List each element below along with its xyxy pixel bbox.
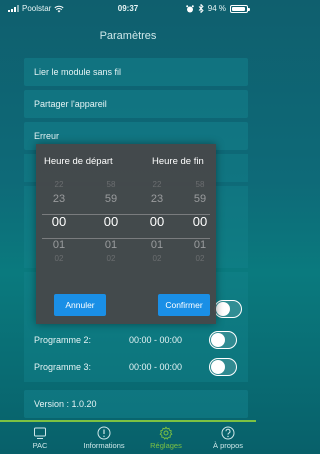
gear-icon: [159, 426, 173, 440]
bluetooth-icon: [198, 4, 204, 13]
picker-value: 59: [193, 193, 207, 205]
picker-value: 01: [193, 239, 207, 251]
start-minute-wheel[interactable]: 58 59 00 01 02: [96, 178, 126, 266]
program-row-2: Programme 2: 00:00 - 00:00: [34, 328, 244, 352]
picker-value: 02: [54, 254, 64, 263]
cancel-button[interactable]: Annuler: [54, 294, 106, 316]
page-title: Paramètres: [99, 30, 157, 42]
picker-value: 23: [150, 193, 164, 205]
confirm-button[interactable]: Confirmer: [158, 294, 210, 316]
battery-percent: 94 %: [207, 4, 226, 13]
picker-value: 02: [106, 254, 116, 263]
toggle-knob: [211, 360, 225, 374]
program-label: Programme 2:: [34, 335, 92, 345]
tab-pac[interactable]: PAC: [8, 426, 72, 450]
question-icon: [221, 426, 235, 440]
tab-label: À propos: [212, 441, 244, 450]
picker-value: 01: [150, 239, 164, 251]
status-right: 94 %: [185, 4, 250, 13]
tab-reglages[interactable]: Réglages: [134, 426, 198, 450]
tab-a-propos[interactable]: À propos: [196, 426, 260, 450]
menu-item-label: Partager l'appareil: [34, 99, 107, 109]
picker-value: 22: [152, 180, 162, 189]
picker-value: 01: [104, 239, 118, 251]
battery-fill: [232, 6, 246, 11]
alarm-icon: [185, 4, 194, 12]
picker-value: 58: [195, 180, 205, 189]
program-2-toggle[interactable]: [209, 331, 237, 349]
menu-item-label: Lier le module sans fil: [34, 67, 122, 77]
status-bar: Poolstar 09:37 94 %: [0, 0, 256, 16]
start-time-title: Heure de départ: [44, 156, 113, 167]
picker-selected-value: 00: [192, 214, 208, 229]
toggle-knob: [216, 302, 230, 316]
picker-selected-value: 00: [51, 214, 67, 229]
version-row: Version : 1.0.20: [24, 390, 248, 418]
time-picker-wheels[interactable]: 22 23 00 01 02 58 59 00 01 02 22 23 00 0…: [36, 178, 216, 290]
picker-value: 02: [152, 254, 162, 263]
info-icon: [97, 426, 111, 440]
version-label: Version : 1.0.20: [34, 399, 97, 409]
program-row-3: Programme 3: 00:00 - 00:00: [34, 355, 244, 379]
tab-label: Informations: [83, 441, 125, 450]
picker-selected-value: 00: [103, 214, 119, 229]
menu-item-link-module[interactable]: Lier le module sans fil: [24, 58, 248, 86]
program-3-toggle[interactable]: [209, 358, 237, 376]
battery-icon: [230, 4, 250, 13]
picker-selected-value: 00: [149, 214, 165, 229]
picker-value: 59: [104, 193, 118, 205]
tab-label: PAC: [32, 441, 48, 450]
picker-value: 58: [106, 180, 116, 189]
toggle-knob: [211, 333, 225, 347]
picker-value: 23: [52, 193, 66, 205]
picker-value: 01: [52, 239, 66, 251]
end-minute-wheel[interactable]: 58 59 00 01 02: [190, 178, 210, 266]
start-hour-wheel[interactable]: 22 23 00 01 02: [44, 178, 74, 266]
program-1-toggle[interactable]: [214, 300, 242, 318]
picker-value: 22: [54, 180, 64, 189]
end-hour-wheel[interactable]: 22 23 00 01 02: [142, 178, 172, 266]
time-picker-dialog: Heure de départ Heure de fin 22 23 00 01…: [36, 144, 216, 324]
menu-item-label: Erreur: [34, 131, 60, 141]
menu-item-share-device[interactable]: Partager l'appareil: [24, 90, 248, 118]
tab-informations[interactable]: Informations: [72, 426, 136, 450]
program-label: Programme 3:: [34, 362, 92, 372]
tabbar-accent: [0, 420, 256, 422]
monitor-icon: [34, 427, 46, 439]
picker-value: 02: [195, 254, 205, 263]
tab-label: Réglages: [150, 441, 182, 450]
program-time[interactable]: 00:00 - 00:00: [129, 362, 209, 372]
end-time-title: Heure de fin: [152, 156, 204, 167]
program-time[interactable]: 00:00 - 00:00: [129, 335, 209, 345]
